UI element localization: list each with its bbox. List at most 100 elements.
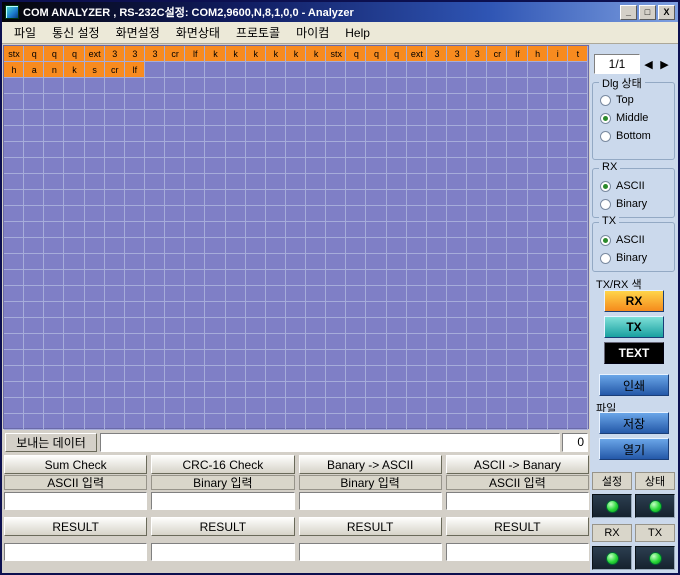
tool-result-output[interactable] <box>446 543 589 561</box>
menu-item-화면설정[interactable]: 화면설정 <box>108 22 168 43</box>
tx-led-on-icon <box>649 552 662 565</box>
grid-cell <box>346 334 366 350</box>
menu-item-화면상태[interactable]: 화면상태 <box>168 22 228 43</box>
tool-result-button[interactable]: RESULT <box>299 517 442 536</box>
radio-bottom[interactable]: Bottom <box>600 127 670 145</box>
grid-cell <box>4 158 24 174</box>
grid-cell <box>507 238 527 254</box>
grid-cell <box>125 334 145 350</box>
next-page-button[interactable]: ▶ <box>657 54 672 74</box>
grid-cell <box>467 254 487 270</box>
tool-result-output[interactable] <box>4 543 147 561</box>
radio-binary[interactable]: Binary <box>600 195 670 213</box>
prev-page-button[interactable]: ◀ <box>641 54 656 74</box>
grid-cell: 3 <box>145 46 165 62</box>
tx-color-button[interactable]: TX <box>604 316 664 338</box>
tool-header-button[interactable]: Sum Check <box>4 455 147 474</box>
grid-cell <box>246 302 266 318</box>
send-data-button[interactable]: 보내는 데이터 <box>5 433 97 452</box>
grid-cell <box>487 62 507 78</box>
grid-cell <box>44 158 64 174</box>
config-led-box <box>592 494 632 518</box>
grid-cell <box>427 350 447 366</box>
grid-cell <box>286 366 306 382</box>
print-button[interactable]: 인쇄 <box>599 374 669 396</box>
grid-cell <box>226 334 246 350</box>
grid-cell <box>145 142 165 158</box>
tool-header-button[interactable]: Banary -> ASCII <box>299 455 442 474</box>
tool-result-output[interactable] <box>151 543 294 561</box>
grid-cell <box>427 62 447 78</box>
grid-cell <box>24 398 44 414</box>
grid-cell <box>487 222 507 238</box>
grid-cell <box>306 318 326 334</box>
tool-result-button[interactable]: RESULT <box>151 517 294 536</box>
minimize-button[interactable]: _ <box>620 5 637 20</box>
radio-ascii[interactable]: ASCII <box>600 231 670 249</box>
open-button[interactable]: 열기 <box>599 438 669 460</box>
tool-result-button[interactable]: RESULT <box>4 517 147 536</box>
maximize-button[interactable]: □ <box>639 5 656 20</box>
menu-item-Help[interactable]: Help <box>337 24 378 42</box>
grid-cell <box>528 142 548 158</box>
menu-item-프로토콜[interactable]: 프로토콜 <box>228 22 288 43</box>
grid-cell <box>528 334 548 350</box>
grid-cell <box>286 142 306 158</box>
radio-top[interactable]: Top <box>600 91 670 109</box>
grid-cell <box>507 414 527 430</box>
grid-cell <box>447 382 467 398</box>
radio-icon <box>600 113 611 124</box>
menu-item-마이컴[interactable]: 마이컴 <box>288 22 337 43</box>
grid-cell <box>105 78 125 94</box>
grid-cell <box>165 126 185 142</box>
radio-middle[interactable]: Middle <box>600 109 670 127</box>
grid-cell <box>407 62 427 78</box>
tool-header-button[interactable]: CRC-16 Check <box>151 455 294 474</box>
tool-input[interactable] <box>299 492 442 510</box>
send-data-input[interactable] <box>100 433 560 452</box>
save-button[interactable]: 저장 <box>599 412 669 434</box>
grid-cell <box>407 334 427 350</box>
grid-cell <box>528 94 548 110</box>
grid-cell <box>346 62 366 78</box>
grid-cell: k <box>64 62 84 78</box>
tool-input[interactable] <box>151 492 294 510</box>
radio-binary[interactable]: Binary <box>600 249 670 267</box>
grid-cell <box>326 414 346 430</box>
grid-cell <box>548 110 568 126</box>
grid-cell <box>568 126 588 142</box>
rx-color-button[interactable]: RX <box>604 290 664 312</box>
grid-cell <box>286 414 306 430</box>
tool-header-button[interactable]: ASCII -> Banary <box>446 455 589 474</box>
menu-item-파일[interactable]: 파일 <box>6 22 44 43</box>
grid-cell <box>366 190 386 206</box>
close-button[interactable]: X <box>658 5 675 20</box>
radio-ascii[interactable]: ASCII <box>600 177 670 195</box>
grid-cell <box>447 78 467 94</box>
grid-cell <box>145 206 165 222</box>
grid-cell <box>24 286 44 302</box>
menu-bar: 파일통신 설정화면설정화면상태프로토콜마이컴Help <box>2 22 678 44</box>
menu-item-통신 설정[interactable]: 통신 설정 <box>44 22 108 43</box>
grid-cell <box>487 318 507 334</box>
grid-cell <box>185 270 205 286</box>
tool-result-button[interactable]: RESULT <box>446 517 589 536</box>
grid-cell <box>185 414 205 430</box>
grid-cell <box>346 110 366 126</box>
grid-cell <box>205 414 225 430</box>
grid-cell <box>427 318 447 334</box>
grid-cell <box>528 366 548 382</box>
text-color-button[interactable]: TEXT <box>604 342 664 364</box>
tool-input[interactable] <box>4 492 147 510</box>
title-bar[interactable]: COM ANALYZER , RS-232C설정: COM2,9600,N,8,… <box>2 2 678 22</box>
grid-cell <box>266 398 286 414</box>
tool-result-output[interactable] <box>299 543 442 561</box>
grid-cell <box>487 190 507 206</box>
grid-cell <box>185 206 205 222</box>
tool-input[interactable] <box>446 492 589 510</box>
grid-cell: q <box>387 46 407 62</box>
grid-cell <box>105 206 125 222</box>
grid-cell: k <box>286 46 306 62</box>
grid-cell <box>24 222 44 238</box>
data-grid[interactable]: stxqqqext333crlfkkkkkkstxqqqext333crlfhi… <box>3 45 589 429</box>
